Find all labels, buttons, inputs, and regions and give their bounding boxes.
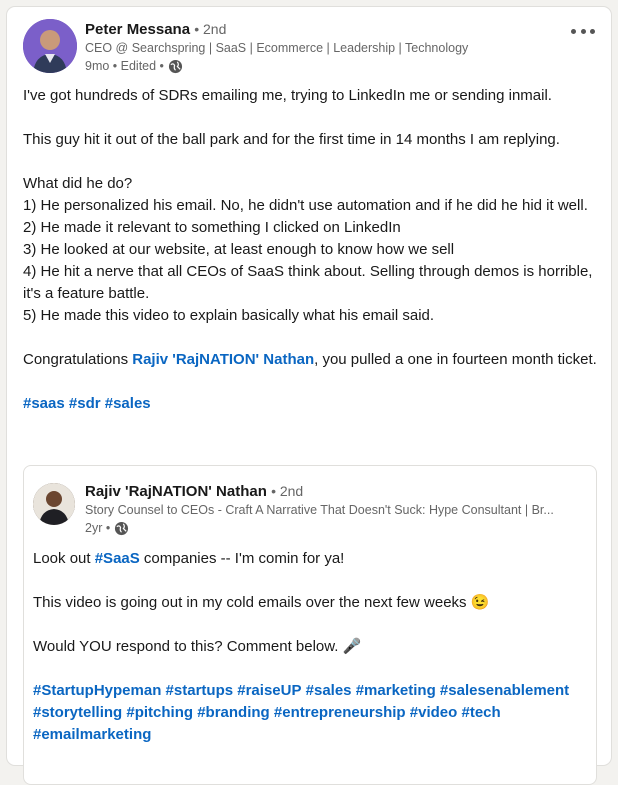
hashtag-link[interactable]: #sdr — [69, 395, 101, 412]
hashtag-link[interactable]: #emailmarketing — [33, 726, 151, 743]
reshare-author-headline: Story Counsel to CEOs - Craft A Narrativ… — [85, 503, 554, 517]
post-paragraph: 3) He looked at our website, at least en… — [23, 241, 455, 258]
hashtag-link[interactable]: #sales — [105, 395, 151, 412]
author-headline: CEO @ Searchspring | SaaS | Ecommerce | … — [85, 41, 469, 55]
hashtag-link[interactable]: #storytelling — [33, 704, 122, 721]
hashtag-link[interactable]: #salesenablement — [440, 682, 569, 699]
hashtag-link[interactable]: #raiseUP — [237, 682, 301, 699]
congrats-prefix: Congratulations — [23, 351, 133, 368]
reshare-text: companies -- I'm comin for ya! — [139, 550, 345, 567]
hashtag-link[interactable]: #startups — [166, 682, 234, 699]
author-name-line: Peter Messana • 2nd — [85, 20, 555, 39]
globe-icon — [168, 59, 183, 74]
post-header: Peter Messana • 2nd CEO @ Searchspring |… — [23, 19, 595, 81]
post-time: 9mo • Edited • — [85, 57, 555, 75]
reshare-paragraph: This video is going out in my cold email… — [33, 594, 490, 611]
reshare-author-meta: Rajiv 'RajNATION' Nathan • 2nd Story Cou… — [85, 482, 582, 537]
hashtag-link[interactable]: #marketing — [356, 682, 436, 699]
more-options-icon[interactable] — [571, 23, 595, 39]
globe-icon — [114, 521, 129, 536]
reshare-hashtags: #StartupHypeman #startups #raiseUP #sale… — [33, 680, 586, 746]
hashtag-link[interactable]: #SaaS — [95, 550, 140, 567]
post-hashtags: #saas #sdr #sales — [23, 393, 597, 415]
reshare-author-avatar[interactable] — [33, 483, 75, 525]
reshare-author-name[interactable]: Rajiv 'RajNATION' Nathan — [85, 483, 267, 500]
author-name[interactable]: Peter Messana — [85, 21, 190, 38]
reshare-text: Look out — [33, 550, 95, 567]
connection-degree: • 2nd — [194, 21, 227, 37]
post-timestamp: 9mo • Edited • — [85, 59, 164, 73]
post-paragraph: What did he do? — [23, 175, 133, 192]
hashtag-link[interactable]: #pitching — [126, 704, 193, 721]
reshare-time: 2yr • — [85, 519, 582, 537]
post-paragraph: 2) He made it relevant to something I cl… — [23, 219, 401, 236]
author-avatar[interactable] — [23, 19, 77, 73]
hashtag-link[interactable]: #branding — [197, 704, 270, 721]
reshare-name-line: Rajiv 'RajNATION' Nathan • 2nd — [85, 482, 582, 501]
hashtag-link[interactable]: #entrepreneurship — [274, 704, 406, 721]
hashtag-link[interactable]: #video — [410, 704, 458, 721]
post-paragraph: 4) He hit a nerve that all CEOs of SaaS … — [23, 263, 593, 302]
post-paragraph: 1) He personalized his email. No, he did… — [23, 197, 588, 214]
post-paragraph: 5) He made this video to explain basical… — [23, 307, 435, 324]
reshared-post[interactable]: Rajiv 'RajNATION' Nathan • 2nd Story Cou… — [23, 465, 597, 785]
post-paragraph: This guy hit it out of the ball park and… — [23, 131, 560, 148]
reshare-paragraph: Would YOU respond to this? Comment below… — [33, 638, 362, 655]
hashtag-link[interactable]: #saas — [23, 395, 65, 412]
hashtag-link[interactable]: #tech — [461, 704, 500, 721]
reshare-connection-degree: • 2nd — [271, 483, 304, 499]
congrats-suffix: , you pulled a one in fourteen month tic… — [314, 351, 597, 368]
mention-link[interactable]: Rajiv 'RajNATION' Nathan — [132, 351, 314, 368]
hashtag-link[interactable]: #StartupHypeman — [33, 682, 161, 699]
reshare-paragraph: Look out #SaaS companies -- I'm comin fo… — [33, 548, 586, 570]
feed-post-card: Peter Messana • 2nd CEO @ Searchspring |… — [6, 6, 612, 785]
reshare-timestamp: 2yr • — [85, 521, 111, 535]
post-body: I've got hundreds of SDRs emailing me, t… — [23, 85, 597, 415]
hashtag-link[interactable]: #sales — [306, 682, 352, 699]
post-paragraph: I've got hundreds of SDRs emailing me, t… — [23, 87, 552, 104]
congrats-paragraph: Congratulations Rajiv 'RajNATION' Nathan… — [23, 349, 597, 371]
reshare-body: Look out #SaaS companies -- I'm comin fo… — [33, 548, 586, 746]
author-meta: Peter Messana • 2nd CEO @ Searchspring |… — [85, 20, 555, 75]
